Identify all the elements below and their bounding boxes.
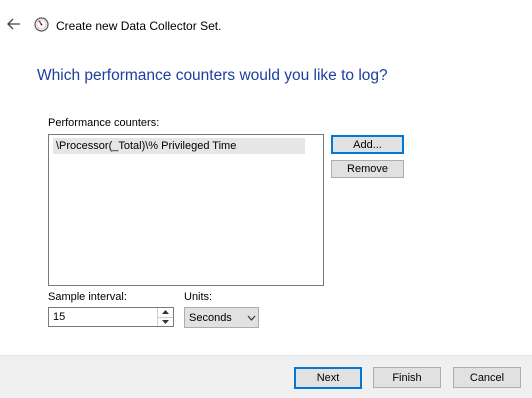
performance-gauge-icon xyxy=(34,17,49,32)
remove-button[interactable]: Remove xyxy=(331,160,404,178)
window-title: Create new Data Collector Set. xyxy=(56,19,222,33)
performance-counters-label: Performance counters: xyxy=(48,117,160,129)
cancel-button[interactable]: Cancel xyxy=(453,367,521,388)
units-selected-value: Seconds xyxy=(189,311,232,324)
triangle-up-icon xyxy=(162,310,169,315)
spin-up-button[interactable] xyxy=(158,308,173,317)
arrow-left-icon xyxy=(7,18,20,30)
page-title: Which performance counters would you lik… xyxy=(37,67,388,84)
units-dropdown[interactable]: Seconds xyxy=(184,307,259,328)
sample-interval-label: Sample interval: xyxy=(48,291,127,303)
back-button[interactable] xyxy=(4,14,24,34)
finish-button[interactable]: Finish xyxy=(373,367,441,388)
add-button[interactable]: Add... xyxy=(331,135,404,154)
triangle-down-icon xyxy=(162,319,169,324)
sample-interval-stepper xyxy=(48,307,174,327)
spin-down-button[interactable] xyxy=(158,316,173,327)
performance-counters-list[interactable]: \Processor(_Total)\% Privileged Time xyxy=(48,134,324,286)
list-item[interactable]: \Processor(_Total)\% Privileged Time xyxy=(53,138,305,154)
chevron-down-icon xyxy=(244,315,258,321)
next-button[interactable]: Next xyxy=(294,367,362,389)
units-label: Units: xyxy=(184,291,213,303)
sample-interval-input[interactable] xyxy=(49,308,157,326)
